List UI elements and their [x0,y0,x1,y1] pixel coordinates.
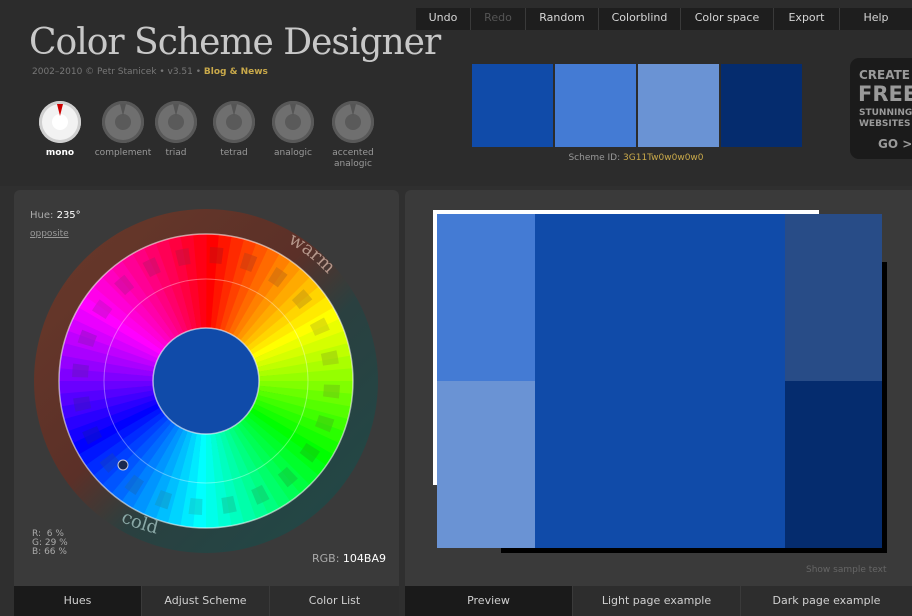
scheme-tetrad[interactable]: tetrad [204,101,264,159]
tab-color-list[interactable]: Color List [270,586,399,616]
show-sample-text-link[interactable]: Show sample text [806,565,887,575]
rgb-hex-readout: RGB: 104BA9 [312,552,386,565]
hue-tone-band [209,247,224,265]
hue-tone-band [72,363,90,378]
rgb-hex-label: RGB: [312,552,340,565]
tetrad-wheel-icon [213,101,255,143]
ad-banner[interactable]: CREATE FREE STUNNING WEBSITES GO >> [850,58,912,159]
preview-block-dark [785,214,882,381]
swatch-light[interactable] [555,64,636,147]
rgb-percent-readout: R: 6 % G: 29 % B: 66 % [32,530,68,557]
scheme-mono[interactable]: mono [30,101,90,159]
menu-random[interactable]: Random [526,8,599,30]
swatch-primary[interactable] [472,64,553,147]
ad-line-3: STUNNING WEBSITES [859,108,912,130]
accented-analogic-wheel-icon [332,101,374,143]
swatch-dark[interactable] [721,64,802,147]
scheme-id: Scheme ID: 3G11Tw0w0w0w0 [472,153,800,163]
scheme-accented-analogic-label: accented analogic [332,148,374,169]
scheme-complement-label: complement [94,148,152,158]
left-tab-bar: Hues Adjust Scheme Color List [14,586,399,616]
scheme-accented-analogic[interactable]: accented analogic [323,101,383,170]
ad-line-2: FREE [858,82,912,106]
scheme-triad-label: triad [165,148,187,158]
scheme-id-link[interactable]: 3G11Tw0w0w0w0 [623,153,704,163]
menu-color-space[interactable]: Color space [681,8,774,30]
version-label: • v3.51 • [159,67,202,77]
menu-export[interactable]: Export [774,8,840,30]
app-title: Color Scheme Designer [29,22,441,63]
hue-panel: warm cold Hue: 235° opposite R: 6 % G: 29… [14,190,399,616]
scheme-triad[interactable]: triad [146,101,206,159]
preview-panel: Show sample text Preview Light page exam… [405,190,912,616]
author-link[interactable]: Petr Stanicek [97,67,156,77]
ad-line-1: CREATE [859,68,910,82]
mono-wheel-icon [39,101,81,143]
hue-wheel[interactable]: warm cold [34,209,380,555]
preview-block-light [437,214,535,381]
ad-line-3b: WEBSITES [859,119,911,129]
preview-block-darker [785,381,882,548]
complement-wheel-icon [102,101,144,143]
credit-prefix: 2002–2010 © [32,67,95,77]
scheme-mono-label: mono [45,148,75,158]
swatch-lighter[interactable] [638,64,719,147]
menu-colorblind[interactable]: Colorblind [599,8,681,30]
hue-readout: Hue: 235° [30,210,81,221]
palette-swatches [472,64,804,147]
hue-handle[interactable] [117,459,129,471]
hue-tone-band [188,497,203,515]
right-tab-bar: Preview Light page example Dark page exa… [405,586,912,616]
credit-line: 2002–2010 © Petr Stanicek • v3.51 • Blog… [32,67,268,77]
preview-block-lighter [437,381,535,548]
tab-light-page-example[interactable]: Light page example [573,586,741,616]
scheme-analogic-label: analogic [274,148,312,158]
scheme-id-label: Scheme ID: [568,153,621,163]
menu-undo[interactable]: Undo [416,8,471,30]
scheme-tetrad-label: tetrad [220,148,248,158]
blog-link[interactable]: Blog & News [204,67,268,77]
selected-color-center [152,327,260,435]
opposite-link[interactable]: opposite [30,229,69,239]
analogic-wheel-icon [272,101,314,143]
tab-adjust-scheme[interactable]: Adjust Scheme [142,586,270,616]
rgb-b: B: 66 % [32,547,67,557]
tab-preview[interactable]: Preview [405,586,573,616]
hue-tone-band [322,384,340,399]
ad-go-link[interactable]: GO >> [878,137,912,151]
scheme-complement[interactable]: complement [93,101,153,159]
top-menu: Undo Redo Random Colorblind Color space … [416,8,912,30]
hue-value: 235° [56,210,81,221]
preview-block-primary [535,214,785,548]
hue-label-text: Hue: [30,210,54,221]
ad-line-3a: STUNNING [859,108,912,118]
scheme-analogic[interactable]: analogic [263,101,323,159]
tab-hues[interactable]: Hues [14,586,142,616]
menu-help[interactable]: Help [840,8,912,30]
tab-dark-page-example[interactable]: Dark page example [741,586,912,616]
menu-redo[interactable]: Redo [471,8,526,30]
triad-wheel-icon [155,101,197,143]
rgb-hex-value: 104BA9 [342,552,386,565]
